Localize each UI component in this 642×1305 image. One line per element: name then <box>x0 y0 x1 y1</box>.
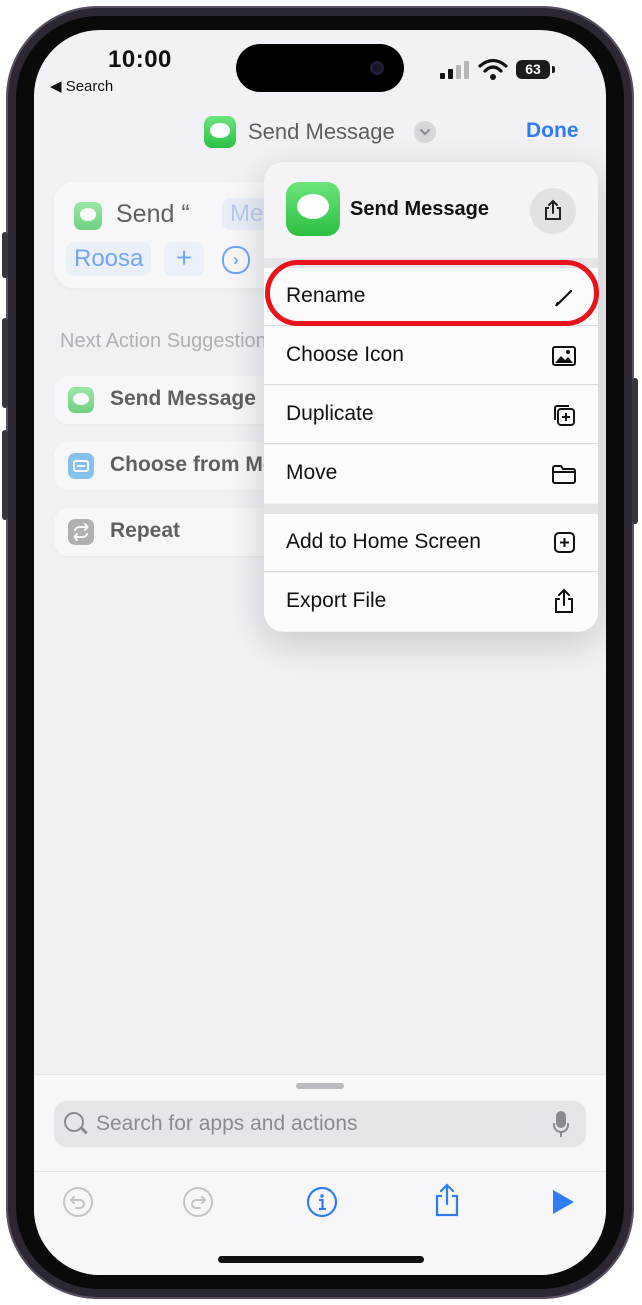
share-icon[interactable] <box>432 1182 462 1218</box>
redo-icon[interactable] <box>182 1186 214 1218</box>
menu-separator <box>264 504 598 514</box>
battery-tip <box>552 66 555 73</box>
menu-title: Send Message <box>350 198 489 220</box>
action-button <box>2 232 8 278</box>
menu-item-choose-icon[interactable]: Choose Icon <box>264 327 598 385</box>
shortcut-messages-icon <box>204 116 236 148</box>
power-button <box>632 378 638 524</box>
chevron-down-icon[interactable] <box>414 121 436 143</box>
search-icon <box>64 1112 84 1132</box>
wifi-icon <box>478 58 508 80</box>
messages-icon <box>286 182 340 236</box>
menu-item-label: Move <box>286 461 338 484</box>
menu-item-label: Duplicate <box>286 402 374 425</box>
add-square-icon <box>554 532 575 553</box>
folder-icon <box>552 465 576 484</box>
shortcut-context-menu: Send Message Rename Choose Icon Duplicat… <box>264 162 598 632</box>
duplicate-icon <box>554 405 575 426</box>
battery-indicator: 63 <box>516 60 550 79</box>
shortcut-title[interactable]: Send Message <box>248 119 395 145</box>
undo-icon[interactable] <box>62 1186 94 1218</box>
action-search-sheet: Search for apps and actions <box>34 1074 606 1275</box>
share-icon <box>555 588 573 613</box>
microphone-stem <box>560 1132 562 1137</box>
menu-item-export-file[interactable]: Export File <box>264 573 598 631</box>
share-button[interactable] <box>530 188 576 234</box>
back-label: Search <box>65 78 114 95</box>
status-time: 10:00 <box>108 46 172 73</box>
menu-item-label: Export File <box>286 589 387 612</box>
signal-icon <box>440 60 470 79</box>
home-indicator[interactable] <box>218 1256 424 1263</box>
search-placeholder: Search for apps and actions <box>96 1112 358 1135</box>
front-camera <box>370 61 384 75</box>
editor-toolbar <box>34 1171 606 1232</box>
volume-down-button <box>2 430 8 520</box>
menu-item-label: Choose Icon <box>286 343 404 366</box>
screen: 10:00 ◀ Search 63 Send Message Done Send… <box>34 30 606 1275</box>
info-icon[interactable] <box>306 1186 338 1218</box>
menu-item-add-to-home-screen[interactable]: Add to Home Screen <box>264 514 598 572</box>
menu-item-label: Add to Home Screen <box>286 530 481 553</box>
menu-item-move[interactable]: Move <box>264 445 598 503</box>
menu-header: Send Message <box>264 162 598 258</box>
play-icon[interactable] <box>550 1188 576 1216</box>
sheet-grabber[interactable] <box>296 1083 344 1089</box>
rename-highlight-annotation <box>265 260 599 326</box>
volume-up-button <box>2 318 8 408</box>
menu-item-duplicate[interactable]: Duplicate <box>264 386 598 444</box>
photo-icon <box>552 346 576 366</box>
back-to-search-link[interactable]: ◀ Search <box>50 77 113 95</box>
done-button[interactable]: Done <box>526 119 579 143</box>
search-input[interactable]: Search for apps and actions <box>54 1101 586 1147</box>
